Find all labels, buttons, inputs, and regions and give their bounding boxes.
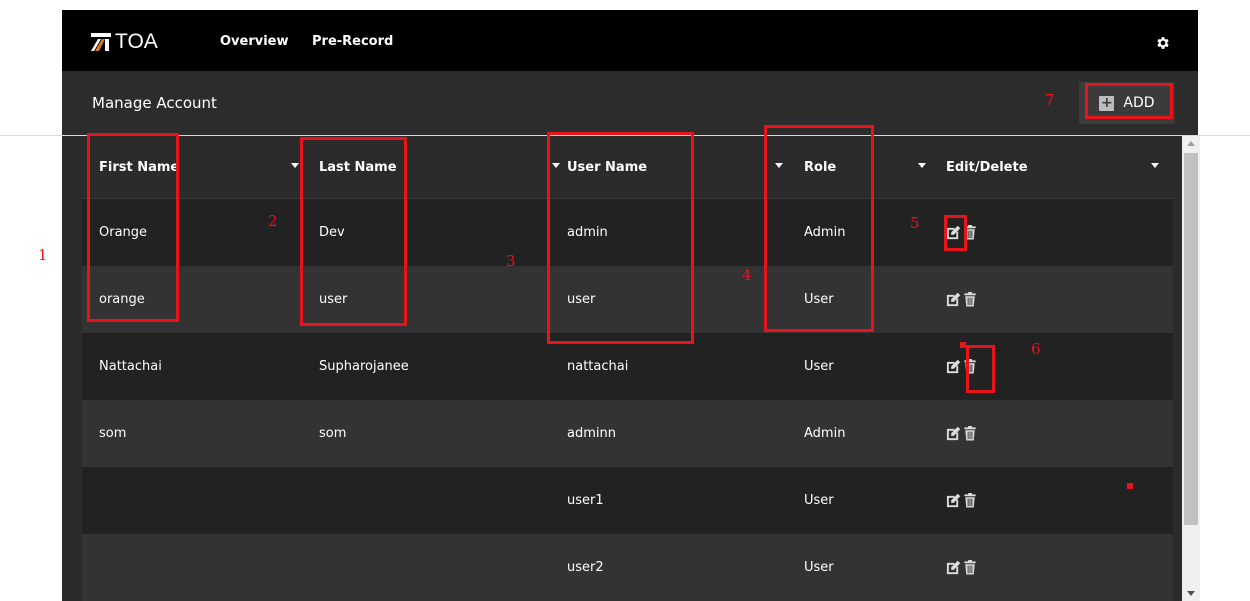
trash-icon[interactable] bbox=[964, 225, 976, 240]
scroll-down-arrow-icon[interactable] bbox=[1187, 591, 1195, 596]
top-navbar: TOA Overview Pre-Record bbox=[62, 10, 1198, 71]
cell-user-name: nattachai bbox=[567, 359, 629, 374]
nav-pre-record[interactable]: Pre-Record bbox=[312, 34, 393, 49]
row-actions bbox=[946, 400, 976, 467]
cell-role: Admin bbox=[804, 426, 846, 441]
column-header-user-name[interactable]: User Name bbox=[567, 136, 647, 198]
page-header bbox=[62, 71, 1198, 135]
trash-icon[interactable] bbox=[964, 560, 976, 575]
table-header-row: First Name Last Name User Name Role Edit… bbox=[82, 136, 1173, 199]
cell-last-name: som bbox=[319, 426, 347, 441]
row-actions bbox=[946, 534, 976, 601]
scroll-up-arrow-icon[interactable] bbox=[1187, 141, 1195, 146]
column-header-role[interactable]: Role bbox=[804, 136, 836, 198]
cell-last-name: Supharojanee bbox=[319, 359, 409, 374]
cell-role: User bbox=[804, 292, 834, 307]
accounts-table: First Name Last Name User Name Role Edit… bbox=[82, 136, 1173, 601]
pencil-square-icon[interactable] bbox=[946, 359, 961, 374]
cell-last-name: user bbox=[319, 292, 348, 307]
column-header-first-name[interactable]: First Name bbox=[99, 136, 179, 198]
toa-logo-mark bbox=[91, 33, 111, 51]
sort-caret-icon[interactable] bbox=[291, 163, 299, 168]
toa-logo[interactable]: TOA bbox=[91, 30, 158, 53]
cell-first-name: Nattachai bbox=[99, 359, 162, 374]
add-account-button[interactable]: + ADD bbox=[1079, 82, 1175, 124]
sort-caret-icon[interactable] bbox=[552, 163, 560, 168]
row-actions bbox=[946, 266, 976, 333]
table-scrollbar[interactable] bbox=[1182, 136, 1200, 601]
logo-text: TOA bbox=[115, 30, 158, 53]
trash-icon[interactable] bbox=[964, 426, 976, 441]
column-header-last-name[interactable]: Last Name bbox=[319, 136, 397, 198]
row-actions bbox=[946, 199, 976, 266]
gear-icon[interactable] bbox=[1155, 35, 1171, 51]
table-row: orange user user User bbox=[82, 266, 1173, 333]
trash-icon[interactable] bbox=[964, 493, 976, 508]
pencil-square-icon[interactable] bbox=[946, 292, 961, 307]
nav-overview[interactable]: Overview bbox=[220, 34, 289, 49]
table-row: user2 User bbox=[82, 534, 1173, 601]
add-button-label: ADD bbox=[1123, 95, 1155, 111]
cell-role: User bbox=[804, 560, 834, 575]
cell-user-name: admin bbox=[567, 225, 608, 240]
trash-icon[interactable] bbox=[964, 292, 976, 307]
table-row: Nattachai Supharojanee nattachai User bbox=[82, 333, 1173, 400]
cell-first-name: som bbox=[99, 426, 127, 441]
pencil-square-icon[interactable] bbox=[946, 426, 961, 441]
annotation-marker bbox=[1127, 483, 1133, 489]
column-header-edit-delete[interactable]: Edit/Delete bbox=[946, 136, 1028, 198]
row-actions bbox=[946, 467, 976, 534]
cell-first-name: orange bbox=[99, 292, 145, 307]
cell-role: User bbox=[804, 359, 834, 374]
cell-user-name: user1 bbox=[567, 493, 604, 508]
annotation-number: 1 bbox=[38, 246, 48, 264]
table-row: user1 User bbox=[82, 467, 1173, 534]
table-row: som som adminn Admin bbox=[82, 400, 1173, 467]
cell-user-name: user2 bbox=[567, 560, 604, 575]
plus-square-icon: + bbox=[1099, 94, 1115, 111]
cell-user-name: user bbox=[567, 292, 596, 307]
pencil-square-icon[interactable] bbox=[946, 560, 961, 575]
table-row: Orange Dev admin Admin bbox=[82, 199, 1173, 266]
sort-caret-icon[interactable] bbox=[918, 163, 926, 168]
pencil-square-icon[interactable] bbox=[946, 493, 961, 508]
cell-user-name: adminn bbox=[567, 426, 616, 441]
trash-icon[interactable] bbox=[964, 359, 976, 374]
scrollbar-thumb[interactable] bbox=[1184, 153, 1198, 525]
page-title: Manage Account bbox=[92, 94, 217, 112]
annotation-marker bbox=[960, 342, 966, 348]
sort-caret-icon[interactable] bbox=[1151, 163, 1159, 168]
cell-role: Admin bbox=[804, 225, 846, 240]
pencil-square-icon[interactable] bbox=[946, 225, 961, 240]
cell-role: User bbox=[804, 493, 834, 508]
cell-last-name: Dev bbox=[319, 225, 345, 240]
cell-first-name: Orange bbox=[99, 225, 148, 240]
sort-caret-icon[interactable] bbox=[775, 163, 783, 168]
